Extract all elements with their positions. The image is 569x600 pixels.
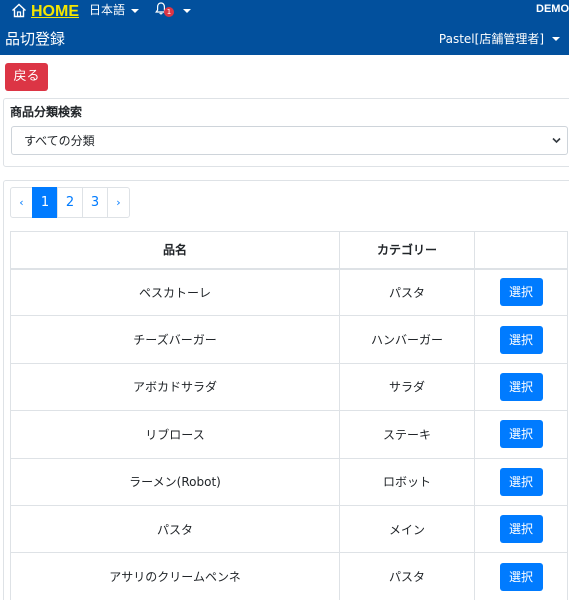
pagination-next[interactable]: › — [107, 187, 130, 218]
filter-panel: 商品分類検索 すべての分類 — [3, 98, 569, 167]
select-button[interactable]: 選択 — [499, 278, 543, 307]
table-row: リブロース ステーキ 選択 — [10, 410, 568, 459]
table-row: ペスカトーレ パスタ 選択 — [10, 267, 568, 317]
action-cell: 選択 — [474, 315, 568, 364]
product-name: リブロース — [10, 410, 340, 459]
caret-down-icon — [552, 37, 560, 41]
select-button[interactable]: 選択 — [499, 372, 543, 401]
action-cell: 選択 — [474, 504, 568, 554]
product-list-panel: ‹ 1 2 3 › 品名 カテゴリー ペスカトーレ パスタ 選択 チーズバーガー… — [3, 180, 569, 600]
product-name: アサリのクリームペンネ — [10, 552, 340, 600]
table-row: ラーメン(Robot) ロボット 選択 — [10, 457, 568, 506]
column-header-category: カテゴリー — [339, 231, 475, 270]
pagination-page-1[interactable]: 1 — [32, 187, 58, 218]
user-menu[interactable]: Pastel[店舗管理者] — [439, 32, 560, 46]
category-select[interactable]: すべての分類 — [11, 126, 568, 155]
product-category: パスタ — [339, 552, 475, 600]
category-filter-label: 商品分類検索 — [10, 105, 83, 119]
product-name: パスタ — [10, 504, 340, 554]
demo-label: DEMO — [536, 3, 569, 15]
product-name: ペスカトーレ — [10, 267, 340, 317]
back-button[interactable]: 戻る — [5, 63, 48, 91]
select-button[interactable]: 選択 — [499, 420, 543, 449]
product-category: サラダ — [339, 362, 475, 412]
product-category: パスタ — [339, 267, 475, 317]
select-button[interactable]: 選択 — [499, 515, 543, 544]
notification-badge: 1 — [164, 7, 174, 17]
action-cell: 選択 — [474, 457, 568, 506]
select-button[interactable]: 選択 — [499, 562, 543, 591]
column-header-name: 品名 — [10, 231, 340, 270]
table-row: パスタ メイン 選択 — [10, 504, 568, 554]
pagination-page-3[interactable]: 3 — [82, 187, 108, 218]
action-cell: 選択 — [474, 362, 568, 412]
pagination-page-2[interactable]: 2 — [57, 187, 83, 218]
pagination-prev[interactable]: ‹ — [10, 187, 33, 218]
table-row: チーズバーガー ハンバーガー 選択 — [10, 315, 568, 364]
select-button[interactable]: 選択 — [499, 467, 543, 496]
action-cell: 選択 — [474, 552, 568, 600]
page-title: 品切登録 — [5, 30, 66, 48]
top-navbar: HOME 日本語 1 DEMO 品切登録 Pastel[店舗管理者] — [0, 0, 569, 55]
product-name: アボカドサラダ — [10, 362, 340, 412]
home-label: HOME — [31, 3, 79, 20]
product-name: チーズバーガー — [10, 315, 340, 364]
product-category: ステーキ — [339, 410, 475, 459]
home-link[interactable]: HOME — [11, 3, 79, 21]
product-category: ハンバーガー — [339, 315, 475, 364]
table-row: アサリのクリームペンネ パスタ 選択 — [10, 552, 568, 600]
product-category: メイン — [339, 504, 475, 554]
action-cell: 選択 — [474, 267, 568, 317]
product-category: ロボット — [339, 457, 475, 506]
product-name: ラーメン(Robot) — [10, 457, 340, 506]
notifications-dropdown[interactable]: 1 — [155, 2, 191, 18]
language-label: 日本語 — [89, 3, 126, 17]
caret-down-icon — [183, 8, 191, 13]
column-header-action — [474, 231, 568, 270]
table-row: アボカドサラダ サラダ 選択 — [10, 362, 568, 412]
product-table: 品名 カテゴリー ペスカトーレ パスタ 選択 チーズバーガー ハンバーガー 選択… — [10, 231, 568, 600]
user-name: Pastel[店舗管理者] — [438, 32, 544, 46]
category-select-value: すべての分類 — [24, 134, 95, 148]
pagination: ‹ 1 2 3 › — [10, 187, 130, 218]
caret-down-icon — [131, 8, 140, 13]
action-cell: 選択 — [474, 410, 568, 459]
language-dropdown[interactable]: 日本語 — [89, 3, 140, 18]
table-header-row: 品名 カテゴリー — [10, 231, 568, 270]
select-button[interactable]: 選択 — [499, 325, 543, 354]
home-icon — [11, 3, 27, 22]
